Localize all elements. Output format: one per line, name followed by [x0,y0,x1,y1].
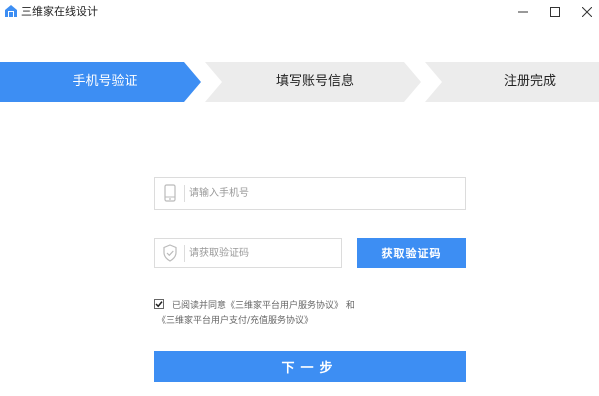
shield-icon [163,244,177,262]
get-code-button[interactable]: 获取验证码 [357,238,466,268]
step-2-label: 填写账号信息 [275,74,354,89]
checkmark-icon [155,301,163,308]
app-logo-icon [5,5,17,17]
verification-code-input[interactable] [189,239,335,267]
user-service-agreement-link[interactable]: 《三维家平台用户服务协议》 [226,301,343,311]
agreement-prefix: 已阅读并同意 [172,301,227,311]
step-3-label: 注册完成 [503,74,556,89]
title-bar: 三维家在线设计 [0,0,599,28]
minimize-icon [518,11,528,13]
agreement-text-line-1: 已阅读并同意《三维家平台用户服务协议》 和 [172,298,355,311]
window-title: 三维家在线设计 [21,5,98,18]
maximize-button[interactable] [540,0,570,24]
agreement-conjunction: 和 [345,301,355,311]
payment-service-agreement-link[interactable]: 《三维家平台用户支付/充值服务协议》 [157,316,313,326]
maximize-icon [550,7,560,17]
phone-input[interactable] [189,178,459,209]
next-step-button[interactable]: 下一步 [154,351,466,382]
agreement-checkbox[interactable] [154,299,164,309]
phone-icon [164,184,176,202]
agreement-text-line-2: 《三维家平台用户支付/充值服务协议》 [157,313,313,326]
code-field-divider [184,245,185,262]
step-1-label: 手机号验证 [72,74,138,89]
registration-steps: 手机号验证 填写账号信息 注册完成 [0,62,599,102]
verification-code-field [154,238,342,268]
close-icon [582,7,592,17]
phone-field [154,177,466,210]
close-button[interactable] [572,0,599,24]
minimize-button[interactable] [508,0,538,24]
phone-field-divider [184,185,185,202]
